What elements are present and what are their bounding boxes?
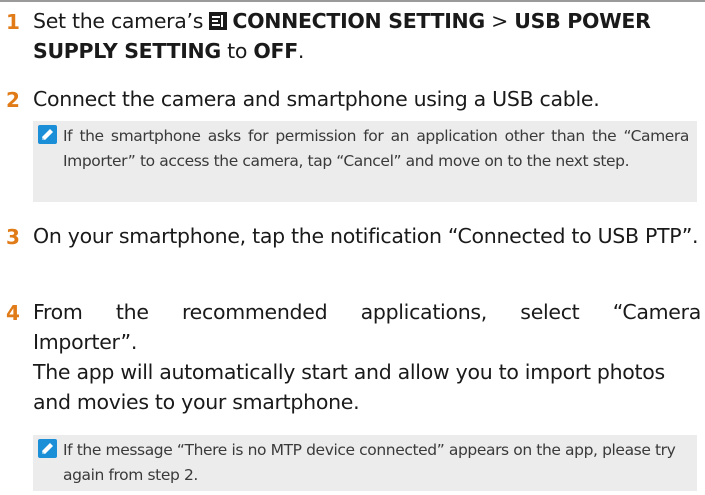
- step-4: 4 From the recommended applications, sel…: [6, 297, 701, 417]
- top-rule: [0, 0, 705, 2]
- step-1: 1 Set the camera’s CONNECTION SETTING > …: [6, 6, 701, 66]
- step-2: 2 Connect the camera and smartphone usin…: [6, 84, 701, 114]
- step-text: Connect the camera and smartphone using …: [33, 87, 600, 111]
- note-box: If the smartphone asks for permission fo…: [33, 121, 697, 202]
- setting-value: OFF: [253, 39, 298, 63]
- step-3: 3 On your smartphone, tap the notificati…: [6, 221, 701, 251]
- step-number: 1: [6, 10, 20, 34]
- step-text: Set the camera’s CONNECTION SETTING > US…: [33, 9, 651, 63]
- step-detail: The app will automatically start and all…: [33, 360, 665, 414]
- step-number: 2: [6, 88, 20, 112]
- step-number: 3: [6, 225, 20, 249]
- connection-setting-icon: [209, 12, 228, 30]
- step-text: On your smartphone, tap the notification…: [33, 224, 699, 248]
- note-box: If the message “There is no MTP device c…: [33, 435, 697, 491]
- menu-name: CONNECTION SETTING: [232, 9, 485, 33]
- note-text: If the smartphone asks for permission fo…: [63, 127, 689, 170]
- step-text: From the recommended applications, selec…: [33, 297, 701, 417]
- note-pencil-icon: [38, 439, 57, 458]
- note-pencil-icon: [38, 125, 57, 144]
- note-text: If the message “There is no MTP device c…: [63, 441, 676, 484]
- step-number: 4: [6, 301, 20, 325]
